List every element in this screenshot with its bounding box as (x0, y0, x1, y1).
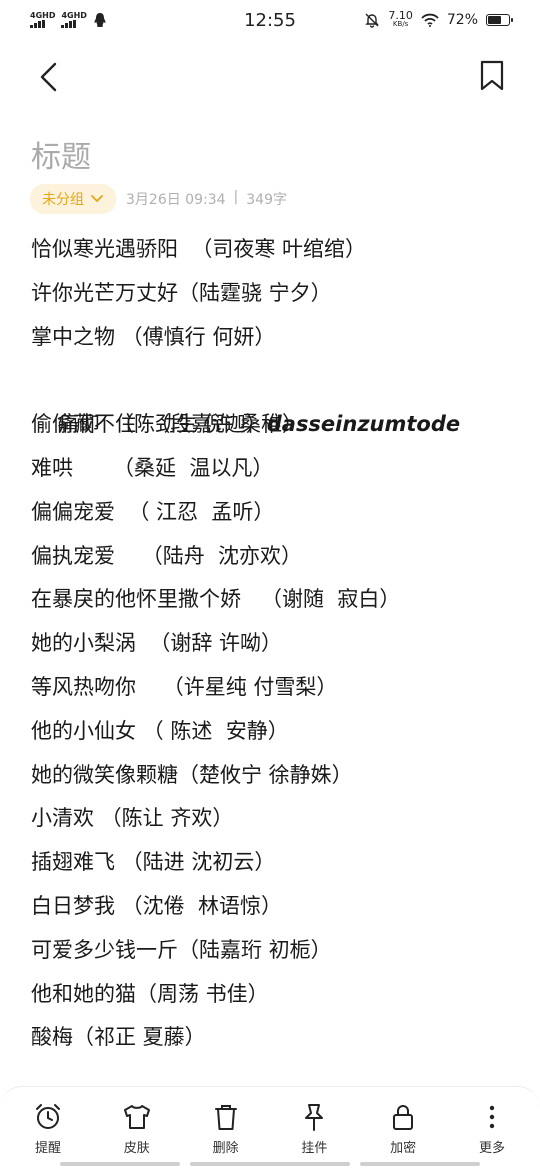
bookmark-icon (480, 60, 504, 91)
note-line: 白日梦我 （沈倦 林语惊） (31, 893, 283, 918)
encrypt-button[interactable]: 加密 (365, 1087, 441, 1168)
battery-percent: 72% (446, 12, 478, 28)
note-line: 他的小仙女 （ 陈述 安静） (31, 718, 289, 743)
bookmark-button[interactable] (474, 56, 510, 96)
note-line: 酸梅（祁正 夏藤） (31, 1025, 206, 1050)
trash-icon (214, 1105, 237, 1130)
note-line: 小清欢 （陈让 齐欢） (31, 806, 234, 831)
note-title[interactable]: 标题 (31, 132, 91, 176)
note-body[interactable]: 恰似寒光遇骄阳 （司夜寒 叶绾绾） 许你光芒万丈好（陆霆骁 宁夕） 掌中之物 （… (31, 228, 521, 1060)
widget-button[interactable]: 挂件 (276, 1087, 352, 1168)
note-line: 难哄 （桑延 温以凡） (31, 455, 274, 480)
group-label: 未分组 (42, 192, 84, 208)
mute-bell-icon (365, 13, 380, 28)
more-vertical-icon (489, 1105, 495, 1129)
remind-button[interactable]: 提醒 (10, 1087, 86, 1168)
bottom-toolbar: 提醒 皮肤 删除 挂件 加密 更多 (0, 1086, 540, 1168)
pin-icon (305, 1104, 324, 1131)
note-meta: 未分组 3月26日 09:34 | 349字 (30, 184, 287, 214)
note-line: 偏执宠爱 （陆舟 沈亦欢） (31, 543, 303, 568)
group-selector[interactable]: 未分组 (30, 184, 116, 214)
home-indicator (190, 1162, 350, 1166)
network-speed: 7.10 KB/s (388, 9, 413, 28)
skin-button[interactable]: 皮肤 (99, 1087, 175, 1168)
signal-bars-icon (30, 20, 45, 28)
more-button[interactable]: 更多 (454, 1087, 530, 1168)
note-line: 她的小梨涡 （谢辞 许呦） (31, 631, 283, 656)
signal-indicators: 4GHD 4GHD (30, 12, 107, 28)
note-line-emphasis: 痛仰 （陈劲生 倪迦）dasseinzumtode (31, 359, 521, 436)
note-line: 插翅难飞 （陆进 沈初云） (31, 850, 276, 875)
signal-2: 4GHD (61, 12, 87, 28)
system-indicators: 7.10 KB/s 72% (364, 9, 513, 29)
home-indicator (60, 1162, 180, 1166)
lock-icon (393, 1105, 414, 1130)
note-line: 偏偏宠爱 （ 江忍 孟听） (31, 499, 275, 524)
word-count: 349字 (246, 192, 287, 208)
note-line: 等风热吻你 （许星纯 付雪梨） (31, 674, 338, 699)
status-bar: 4GHD 4GHD 12:55 7.10 KB/s 72% (0, 0, 540, 40)
alarm-clock-icon (36, 1104, 60, 1129)
delete-button[interactable]: 删除 (188, 1087, 264, 1168)
signal-bars-icon (61, 20, 77, 28)
back-button[interactable] (32, 58, 66, 96)
meta-separator: | (233, 189, 239, 205)
chevron-down-icon (91, 195, 103, 202)
battery-icon (486, 14, 513, 26)
note-line: 她的微笑像颗糖（楚攸宁 徐静姝） (31, 762, 353, 787)
qq-icon (94, 13, 106, 27)
note-line: 在暴戾的他怀里撒个娇 （谢随 寂白） (31, 587, 401, 612)
note-line: 可爱多少钱一斤（陆嘉珩 初栀） (31, 937, 332, 962)
signal-1: 4GHD (30, 12, 55, 28)
note-line: 许你光芒万丈好（陆霆骁 宁夕） (31, 280, 332, 305)
note-line: 恰似寒光遇骄阳 （司夜寒 叶绾绾） (31, 237, 367, 261)
home-indicator (360, 1162, 480, 1166)
note-date: 3月26日 09:34 (126, 192, 226, 208)
note-line: 他和她的猫（周荡 书佳） (31, 981, 269, 1006)
wifi-icon (421, 13, 439, 27)
note-info: 3月26日 09:34 | 349字 (126, 189, 287, 209)
back-arrow-icon (40, 62, 57, 92)
note-line: 掌中之物 （傅慎行 何妍） (31, 324, 276, 349)
tshirt-icon (123, 1105, 150, 1129)
